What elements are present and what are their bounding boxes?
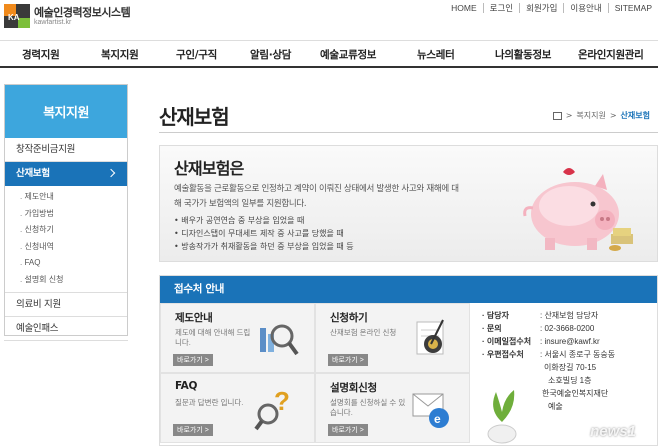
contact-value: : 산재보험 담당자 <box>540 311 599 320</box>
card-faq[interactable]: FAQ 질문과 답변란 입니다. 바로가기 > ? <box>160 373 315 443</box>
contact-email[interactable]: : insure@kawf.kr <box>540 335 600 348</box>
gnb-jobs[interactable]: 구인/구직 <box>176 47 217 62</box>
card-apply[interactable]: 신청하기 산재보험 온라인 신청 바로가기 > <box>315 303 470 373</box>
sub-item-join[interactable]: 가입방법 <box>4 206 128 223</box>
sub-item-history[interactable]: 신청내역 <box>4 239 128 256</box>
sub-item-seminar[interactable]: 설명회 신청 <box>4 272 128 289</box>
sidebar-submenu: 제도안내 가입방법 신청하기 신청내역 FAQ 설명회 신청 <box>4 186 128 293</box>
contact-label: 우편접수처 <box>482 348 540 361</box>
util-home-link[interactable]: HOME <box>445 3 483 13</box>
card-title: 설명회신청 <box>330 382 377 394</box>
contact-value: : 02-3668-0200 <box>540 324 595 333</box>
watermark: news1 <box>590 423 636 440</box>
util-guide-link[interactable]: 이용안내 <box>563 3 607 13</box>
util-sitemap-link[interactable]: SITEMAP <box>607 3 658 13</box>
title-divider <box>159 132 658 133</box>
card-title: FAQ <box>175 380 198 392</box>
logo-mark-icon: KA <box>4 4 30 28</box>
sidebar-item-insurance[interactable]: 산재보험 <box>4 162 128 186</box>
gnb-notice[interactable]: 알림·상담 <box>250 47 291 62</box>
site-logo[interactable]: KA 예술인경력정보시스템 kawfartist.kr <box>4 4 131 28</box>
sub-item-faq[interactable]: FAQ <box>4 255 128 272</box>
intro-description: 예술활동을 근로활동으로 인정하고 계약이 이뤄진 상태에서 발생한 사고와 재… <box>174 184 459 209</box>
sidebar-item-medical[interactable]: 의료비 지원 <box>4 293 128 317</box>
sub-item-intro[interactable]: 제도안내 <box>4 189 128 206</box>
contact-value: : 서울시 종로구 동숭동 <box>540 350 616 359</box>
card-desc: 산재보험 온라인 신청 <box>330 328 397 337</box>
logo-title: 예술인경력정보시스템 <box>34 5 131 19</box>
page-title: 산재보험 <box>159 105 230 129</box>
list-item: 방송작가가 취재활동을 하던 중 부상을 입었을 때 등 <box>174 240 353 253</box>
card-desc: 질문과 답변란 입니다. <box>175 398 244 407</box>
list-item: 디자인스탭이 무대세트 제작 중 사고를 당했을 때 <box>174 227 354 240</box>
utility-nav: HOME 로그인 회원가입 이용안내 SITEMAP <box>445 3 658 13</box>
breadcrumb: > 복지지원 > 산재보험 <box>552 110 650 121</box>
plant-pot-icon <box>487 390 517 444</box>
go-button[interactable]: 바로가기 > <box>328 424 368 436</box>
reception-guide: 접수처 안내 제도안내 제도에 대해 안내해 드립니다. 바로가기 > 신청하기… <box>159 275 658 446</box>
contact-value: 한국예술인복지재단 <box>542 389 609 398</box>
go-button[interactable]: 바로가기 > <box>328 354 368 366</box>
gnb-exchange[interactable]: 예술교류정보 <box>320 47 376 62</box>
card-seminar[interactable]: 설명회신청 설명회를 신청하실 수 있습니다. 바로가기 > e <box>315 373 470 443</box>
sidebar-item-creation-fund[interactable]: 창작준비금지원 <box>4 138 128 162</box>
contact-value: 소호빌딩 1층 <box>548 376 592 385</box>
svg-text:e: e <box>434 412 441 426</box>
go-button[interactable]: 바로가기 > <box>173 354 213 366</box>
card-desc: 설명회를 신청하실 수 있습니다. <box>330 398 406 417</box>
gnb-newsletter[interactable]: 뉴스레터 <box>417 47 455 62</box>
logo-subtitle: kawfartist.kr <box>34 18 72 26</box>
side-nav-title: 복지지원 <box>4 84 128 138</box>
question-magnifier-icon: ? <box>254 386 290 431</box>
contact-value: 예술 <box>548 402 563 411</box>
form-pen-icon <box>416 319 444 355</box>
intro-box: 산재보험은 예술활동을 근로활동으로 인정하고 계약이 이뤄진 상태에서 발생한… <box>159 145 658 262</box>
global-nav: 경력지원 복지지원 구인/구직 알림·상담 예술교류정보 뉴스레터 나의활동정보… <box>0 40 658 68</box>
guide-heading: 접수처 안내 <box>160 276 657 303</box>
card-desc: 제도에 대해 안내해 드립니다. <box>175 328 251 347</box>
sub-item-apply[interactable]: 신청하기 <box>4 222 128 239</box>
util-login-link[interactable]: 로그인 <box>482 3 519 13</box>
contact-label: 담당자 <box>482 309 540 322</box>
list-item: 배우가 공연연습 중 부상을 입었을 때 <box>174 214 354 227</box>
gnb-myactivity[interactable]: 나의활동정보 <box>495 47 551 62</box>
piggy-bank-icon <box>523 168 633 251</box>
breadcrumb-item[interactable]: 복지지원 <box>576 110 605 121</box>
side-nav: 복지지원 창작준비금지원 산재보험 제도안내 가입방법 신청하기 신청내역 FA… <box>4 84 128 341</box>
home-icon[interactable] <box>552 111 562 120</box>
card-intro[interactable]: 제도안내 제도에 대해 안내해 드립니다. 바로가기 > <box>160 303 315 373</box>
gnb-career[interactable]: 경력지원 <box>22 47 60 62</box>
go-button[interactable]: 바로가기 > <box>173 424 213 436</box>
contact-label: 이메일접수처 <box>482 335 540 348</box>
intro-bullets: 배우가 공연연습 중 부상을 입었을 때 디자인스탭이 무대세트 제작 중 사고… <box>174 214 354 253</box>
contact-value: 이화장길 70-15 <box>544 363 597 372</box>
gnb-online[interactable]: 온라인지원관리 <box>578 47 644 62</box>
sidebar-item-artpass[interactable]: 예술인패스 <box>4 317 128 341</box>
card-title: 신청하기 <box>330 312 368 324</box>
globe-mail-icon: e <box>412 393 449 428</box>
contact-label: 문의 <box>482 322 540 335</box>
breadcrumb-current: 산재보험 <box>620 111 650 120</box>
chart-magnifier-icon <box>260 324 299 356</box>
gnb-welfare[interactable]: 복지지원 <box>101 47 139 62</box>
util-join-link[interactable]: 회원가입 <box>519 3 563 13</box>
card-title: 제도안내 <box>175 312 213 324</box>
intro-heading: 산재보험은 <box>174 159 244 178</box>
